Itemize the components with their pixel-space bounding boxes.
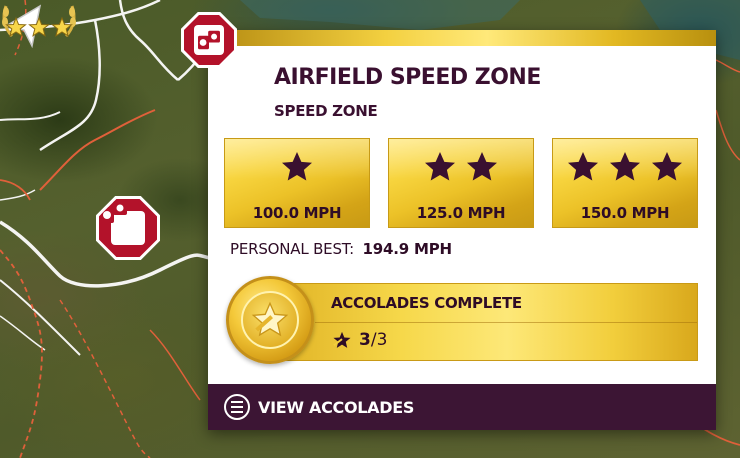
view-accolades-label: VIEW ACCOLADES (258, 397, 415, 417)
menu-circle-icon (224, 394, 250, 420)
accolades-progress-bar: ACCOLADES COMPLETE 3/3 (274, 283, 698, 361)
tier-target-value: 100.0 MPH (252, 204, 342, 222)
personal-best-value: 194.9 MPH (362, 240, 453, 258)
panel-top-accent (208, 30, 716, 46)
event-marker[interactable] (96, 196, 160, 260)
medal-star-icon (251, 301, 289, 337)
star-icon (610, 152, 640, 181)
star-icon (652, 152, 682, 181)
tier-target-value: 150.0 MPH (580, 204, 670, 222)
event-type: SPEED ZONE (274, 102, 378, 120)
tier-stars (553, 149, 697, 185)
tier-target-value: 125.0 MPH (416, 204, 506, 222)
tier-card-three-star: 150.0 MPH (552, 138, 698, 228)
speed-camera-icon (101, 201, 146, 246)
tier-card-one-star: 100.0 MPH (224, 138, 370, 228)
event-badge (181, 12, 237, 68)
accolades-count: 3/3 (331, 330, 387, 350)
event-title: AIRFIELD SPEED ZONE (274, 65, 541, 90)
view-accolades-button[interactable]: VIEW ACCOLADES (208, 384, 716, 430)
star-icon (568, 152, 598, 181)
accolades-label: ACCOLADES COMPLETE (331, 294, 522, 312)
personal-best: PERSONAL BEST: 194.9 MPH (230, 240, 452, 258)
star-icon (282, 152, 312, 181)
accolade-medal-icon (226, 276, 314, 364)
event-info-panel: AIRFIELD SPEED ZONE SPEED ZONE 100.0 MPH… (208, 30, 716, 430)
star-icon (467, 152, 497, 181)
accolade-star-icon (333, 331, 351, 348)
tier-stars (225, 149, 369, 185)
speed-camera-icon (194, 25, 224, 55)
tier-card-two-star: 125.0 MPH (388, 138, 534, 228)
accolades-total: /3 (370, 330, 388, 350)
personal-best-label: PERSONAL BEST: (230, 240, 354, 258)
accolades-completed: 3 (359, 330, 371, 350)
tier-stars (389, 149, 533, 185)
earned-stars-wreath-icon (2, 5, 76, 38)
star-icon (425, 152, 455, 181)
